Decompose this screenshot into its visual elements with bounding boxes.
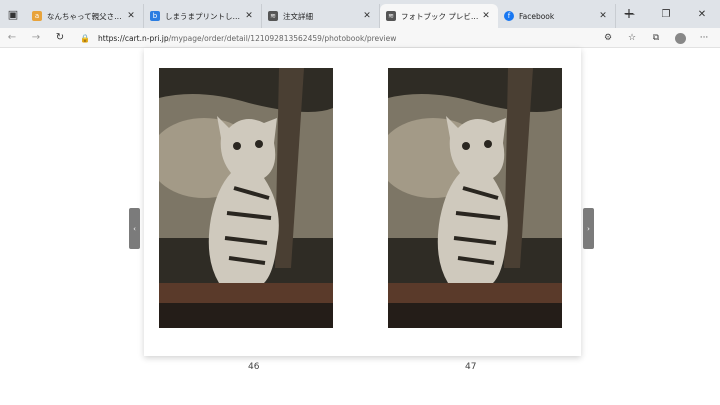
- profile-avatar[interactable]: [668, 28, 692, 48]
- right-page-number: 47: [465, 362, 477, 372]
- left-page-number: 46: [248, 362, 260, 372]
- site-favicon-icon: ≋: [268, 11, 278, 21]
- collections-icon[interactable]: ⧉: [644, 28, 668, 48]
- tab-title: Facebook: [519, 11, 555, 21]
- bing-favicon-icon: b: [150, 11, 160, 21]
- tab-order-detail[interactable]: ≋ 注文詳細 ✕: [262, 4, 380, 28]
- favorites-star-icon[interactable]: ☆: [620, 28, 644, 48]
- more-menu-icon[interactable]: ···: [692, 28, 716, 48]
- tab-title: フォトブック プレビュー: [401, 11, 480, 21]
- tab-photobook-preview[interactable]: ≋ フォトブック プレビュー ✕: [380, 4, 498, 28]
- facebook-favicon-icon: f: [504, 11, 514, 21]
- tab-actions-icon[interactable]: ▣: [0, 0, 26, 28]
- close-window-icon[interactable]: ✕: [684, 0, 720, 28]
- address-bar[interactable]: 🔒 https://cart.n-pri.jp/mypage/order/det…: [78, 30, 618, 46]
- previous-page-button[interactable]: ‹: [129, 208, 140, 249]
- close-tab-icon[interactable]: ✕: [597, 11, 609, 21]
- close-tab-icon[interactable]: ✕: [243, 11, 255, 21]
- back-arrow-icon[interactable]: ←: [0, 28, 24, 48]
- site-settings-icon[interactable]: ⚙: [596, 28, 620, 48]
- tab-bing[interactable]: b しまうまプリントしまうま - Bing ✕: [144, 4, 262, 28]
- right-page-photo: [388, 68, 562, 328]
- cat-photo-image: [388, 68, 562, 328]
- blog-favicon-icon: a: [32, 11, 42, 21]
- close-tab-icon[interactable]: ✕: [125, 11, 137, 21]
- tab-facebook[interactable]: f Facebook ✕: [498, 4, 616, 28]
- forward-arrow-icon[interactable]: →: [24, 28, 48, 48]
- url-host: https://cart.n-pri.jp: [98, 33, 169, 43]
- browser-toolbar: ← → ↻ 🔒 https://cart.n-pri.jp/mypage/ord…: [0, 28, 720, 48]
- refresh-icon[interactable]: ↻: [48, 28, 72, 48]
- maximize-icon[interactable]: ❐: [648, 0, 684, 28]
- close-tab-icon[interactable]: ✕: [480, 11, 492, 21]
- tab-blog[interactable]: a なんちゃって親父さんの落日記 · ✕: [26, 4, 144, 28]
- site-favicon-icon: ≋: [386, 11, 396, 21]
- lock-icon[interactable]: 🔒: [78, 34, 92, 43]
- preview-viewport: ‹ › 46 47: [0, 48, 720, 405]
- tab-title: しまうまプリントしまうま - Bing: [165, 11, 243, 21]
- tab-strip: ▣ a なんちゃって親父さんの落日記 · ✕ b しまうまプリントしまうま - …: [0, 0, 720, 28]
- next-page-button[interactable]: ›: [583, 208, 594, 249]
- url-path: /mypage/order/detail/121092813562459/pho…: [168, 33, 397, 43]
- cat-photo-image: [159, 68, 333, 328]
- photobook-spread: [144, 48, 581, 356]
- tab-title: なんちゃって親父さんの落日記 ·: [47, 11, 125, 21]
- toolbar-actions: ⚙ ☆ ⧉ ···: [596, 28, 716, 48]
- left-page-photo: [159, 68, 333, 328]
- tab-title: 注文詳細: [283, 11, 313, 21]
- close-tab-icon[interactable]: ✕: [361, 11, 373, 21]
- window-controls: — ❐ ✕: [612, 0, 720, 28]
- minimize-icon[interactable]: —: [612, 0, 648, 28]
